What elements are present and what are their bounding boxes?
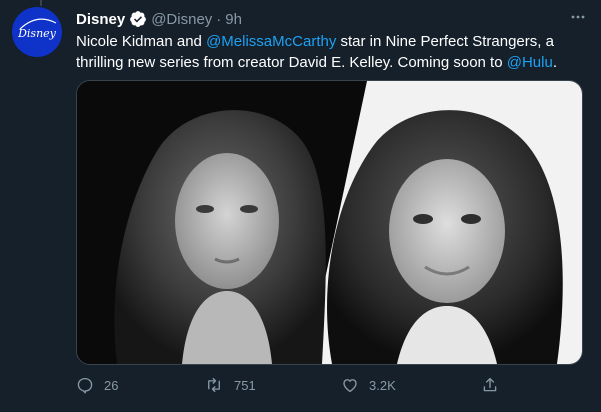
verified-badge-icon <box>129 10 147 28</box>
tweet-text-part: Nicole Kidman and <box>76 33 207 50</box>
separator-dot: · <box>216 10 222 28</box>
avatar-logo-text: Disney <box>17 27 57 40</box>
tweet[interactable]: Disney Disney @Disney · 9h Nicole Kidman… <box>0 0 601 412</box>
mention-link[interactable]: @MelissaMcCarthy <box>206 33 336 50</box>
heart-icon <box>343 379 357 393</box>
tweet-text: Nicole Kidman and @MelissaMcCarthy star … <box>76 31 588 73</box>
share-icon <box>483 377 497 392</box>
tweet-timestamp[interactable]: 9h <box>225 11 242 28</box>
reply-count: 26 <box>104 377 119 393</box>
author-name[interactable]: Disney <box>76 11 125 28</box>
thread-line <box>40 0 42 6</box>
reply-button[interactable]: 26 <box>76 372 118 398</box>
retweet-button[interactable]: 751 <box>204 372 256 398</box>
tweet-text-part: . <box>552 54 557 71</box>
retweet-icon <box>208 377 220 393</box>
more-options-icon[interactable] <box>569 9 587 25</box>
share-button[interactable] <box>481 372 499 398</box>
like-button[interactable]: 3.2K <box>341 372 396 398</box>
mention-link[interactable]: @Hulu <box>507 54 553 71</box>
tweet-header: Disney @Disney · 9h <box>76 9 242 29</box>
retweet-count: 751 <box>234 377 256 393</box>
author-handle[interactable]: @Disney <box>151 11 212 28</box>
disney-logo-icon: Disney <box>17 18 57 40</box>
like-count: 3.2K <box>369 377 396 393</box>
avatar[interactable]: Disney <box>12 7 62 57</box>
tweet-photo[interactable] <box>76 80 583 365</box>
tweet-actions: 26 751 3.2K <box>76 372 516 398</box>
reply-icon <box>77 377 93 394</box>
